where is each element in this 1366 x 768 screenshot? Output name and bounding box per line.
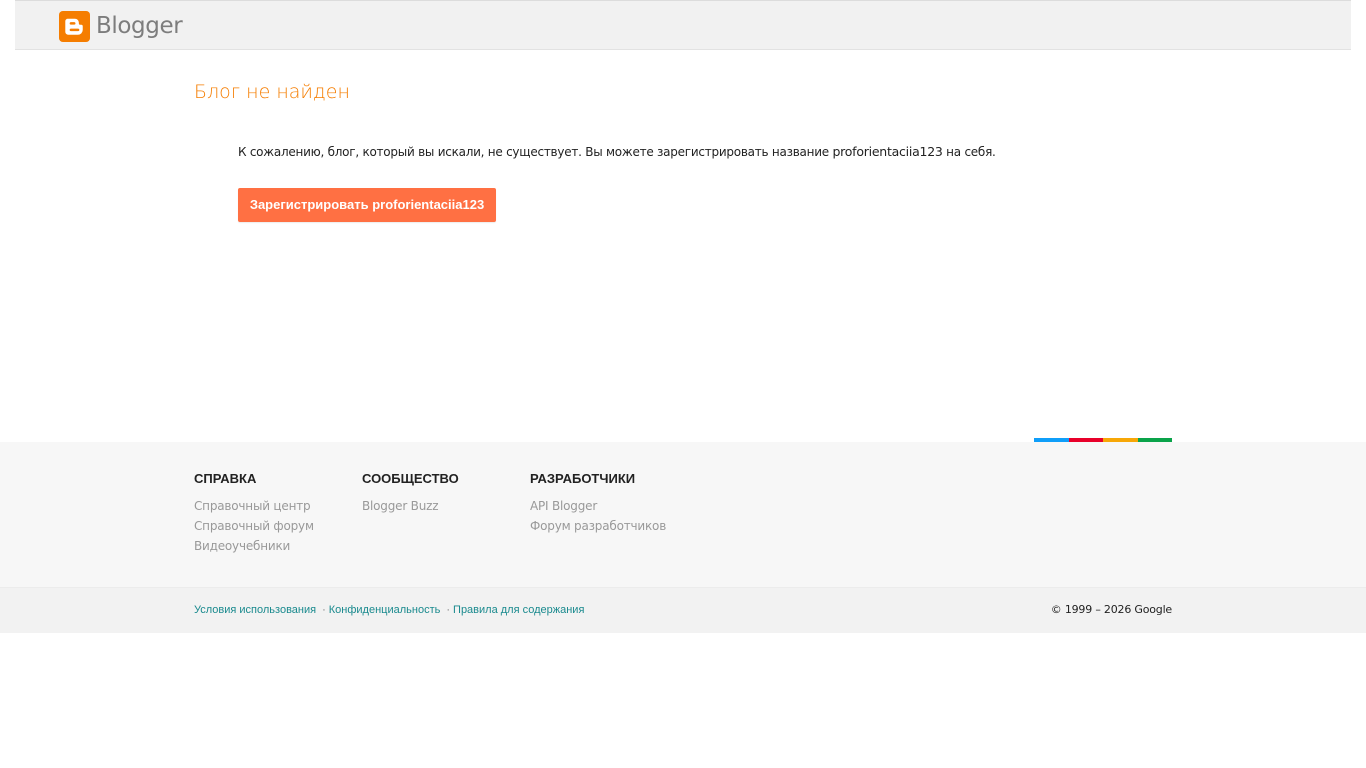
footer-column-help: СПРАВКА Справочный центр Справочный фору… (194, 472, 314, 556)
not-found-message: К сожалению, блог, который вы искали, не… (238, 144, 996, 160)
footer-column-community: СООБЩЕСТВО Blogger Buzz (362, 472, 459, 516)
blog-name: proforientaciia123 (832, 144, 943, 159)
logo-text: Blogger (96, 12, 183, 39)
message-text-before: К сожалению, блог, который вы искали, не… (238, 145, 833, 159)
terms-link[interactable]: Условия использования (194, 604, 316, 616)
content-policy-link[interactable]: Правила для содержания (453, 604, 584, 616)
blogger-logo[interactable]: Blogger (59, 10, 183, 42)
legal-separator: · (322, 604, 326, 616)
footer-link-help-forum[interactable]: Справочный форум (194, 516, 314, 536)
footer-link-developer-forum[interactable]: Форум разработчиков (530, 516, 666, 536)
message-text-after: на себя. (942, 145, 996, 159)
footer-heading-community: СООБЩЕСТВО (362, 471, 459, 486)
copyright: © 1999 – 2026 Google (1050, 603, 1172, 616)
footer-heading-help: СПРАВКА (194, 471, 257, 486)
footer-column-developers: РАЗРАБОТЧИКИ API Blogger Форум разработч… (530, 472, 666, 536)
footer-link-video-tutorials[interactable]: Видеоучебники (194, 536, 314, 556)
blogger-icon (59, 10, 90, 42)
legal-separator: · (446, 604, 451, 616)
footer: СПРАВКА Справочный центр Справочный фору… (0, 442, 1366, 587)
footer-link-blogger-buzz[interactable]: Blogger Buzz (362, 496, 459, 516)
register-blog-button[interactable]: Зарегистрировать proforientaciia123 (238, 188, 496, 222)
page-title: Блог не найден (194, 81, 350, 103)
legal-links: Условия использования · Конфиденциальность… (194, 604, 584, 616)
footer-heading-developers: РАЗРАБОТЧИКИ (530, 471, 636, 486)
legal-bar: Условия использования · Конфиденциальность… (0, 587, 1366, 633)
top-header: Blogger (15, 0, 1351, 50)
footer-link-blogger-api[interactable]: API Blogger (530, 496, 666, 516)
privacy-link[interactable]: Конфиденциальность (329, 604, 441, 616)
footer-link-help-center[interactable]: Справочный центр (194, 496, 314, 516)
